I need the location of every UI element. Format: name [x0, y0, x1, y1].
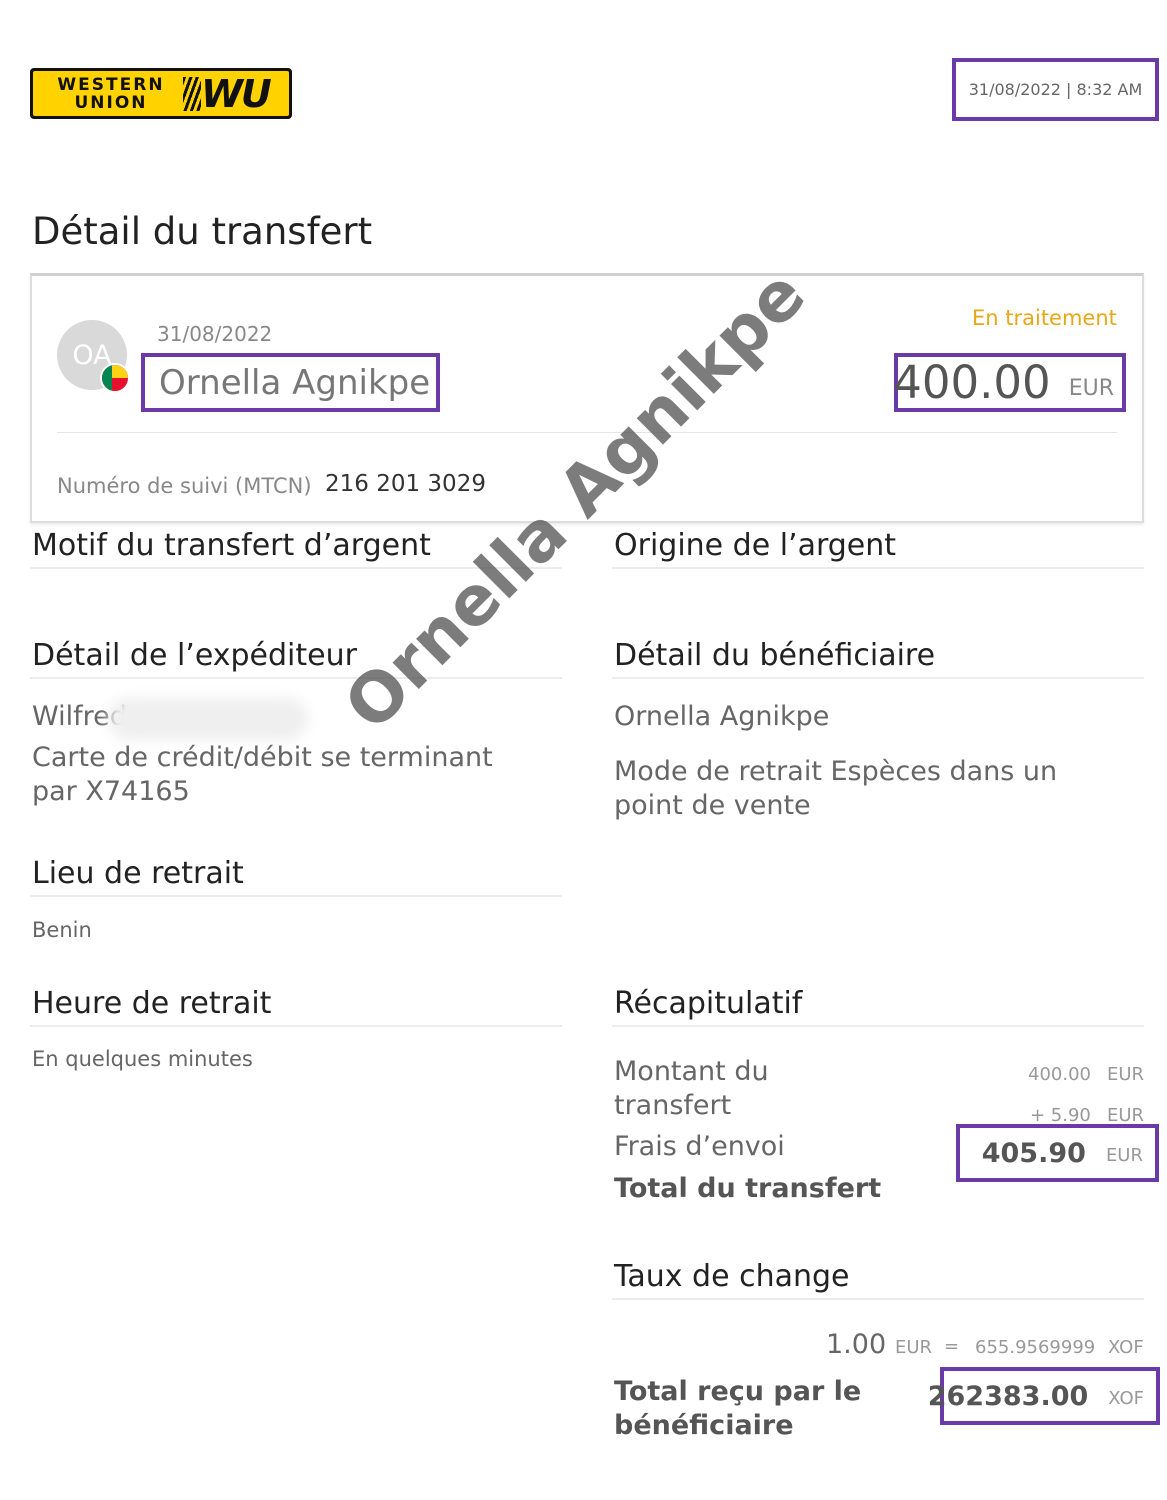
fee-value: + 5.90: [1030, 1105, 1091, 1126]
beneficiary-title: Détail du bénéficiaire: [614, 638, 936, 673]
amount-currency: EUR: [1107, 1064, 1145, 1085]
pickup-place-divider: [30, 895, 562, 897]
exchange-title: Taux de change: [614, 1259, 850, 1294]
summary-title: Récapitulatif: [614, 986, 803, 1021]
exchange-rate-value: 655.9569999: [975, 1337, 1096, 1358]
fee-label: Frais d’envoi: [614, 1131, 785, 1162]
motif-title: Motif du transfert d’argent: [32, 528, 431, 563]
exchange-rate-currency: XOF: [1108, 1337, 1144, 1358]
sender-card: Carte de crédit/débit se terminant par X…: [32, 742, 493, 807]
amount-value: 400.00: [1028, 1064, 1091, 1085]
redaction-blur: [108, 698, 308, 740]
beneficiary-name: Ornella Agnikpe: [614, 701, 830, 732]
total-highlight: 405.90 EUR: [956, 1124, 1159, 1182]
amount-highlight: 400.00 EUR: [893, 353, 1126, 412]
pickup-place: Benin: [32, 918, 92, 942]
western-union-logo: WESTERN UNION WU: [30, 68, 292, 119]
mtcn-label: Numéro de suivi (MTCN): [57, 474, 312, 498]
header-datetime: 31/08/2022 | 8:32 AM: [968, 80, 1143, 99]
logo-stripes: [183, 77, 201, 111]
status-badge: En traitement: [972, 306, 1117, 330]
benin-flag-icon: [100, 363, 130, 393]
fee-currency: EUR: [1107, 1105, 1145, 1126]
received-label: Total reçu par le bénéficiaire: [614, 1376, 862, 1441]
exchange-divider: [612, 1298, 1144, 1300]
logo-mark: WU: [201, 72, 272, 116]
sender-divider: [30, 677, 562, 679]
received-value: 262383.00: [927, 1380, 1089, 1412]
pickup-place-title: Lieu de retrait: [32, 856, 244, 891]
withdraw-mode: Mode de retrait Espèces dans un point de…: [614, 756, 1058, 821]
recipient-name: Ornella Agnikpe: [159, 362, 431, 403]
page-title: Détail du transfert: [32, 210, 373, 253]
total-value: 405.90: [981, 1137, 1086, 1169]
received-highlight: 262383.00 XOF: [928, 1367, 1160, 1425]
total-label: Total du transfert: [614, 1173, 882, 1204]
logo-text: WESTERN UNION: [57, 75, 165, 113]
origine-title: Origine de l’argent: [614, 528, 897, 563]
exchange-base-currency: EUR: [895, 1337, 933, 1358]
pickup-time: En quelques minutes: [32, 1047, 253, 1071]
transfer-currency: EUR: [1068, 376, 1114, 401]
summary-divider: [612, 1025, 1144, 1027]
mtcn-value: 216 201 3029: [325, 471, 486, 497]
received-currency: XOF: [1108, 1387, 1144, 1409]
recipient-name-highlight: Ornella Agnikpe: [141, 353, 440, 412]
transfer-amount: 400.00: [893, 356, 1051, 409]
datetime-highlight: 31/08/2022 | 8:32 AM: [952, 58, 1159, 121]
sender-title: Détail de l’expéditeur: [32, 638, 357, 673]
exchange-equals: =: [944, 1336, 960, 1357]
origine-divider: [612, 567, 1144, 569]
pickup-time-title: Heure de retrait: [32, 986, 272, 1021]
exchange-base-value: 1.00: [826, 1329, 887, 1360]
pickup-time-divider: [30, 1025, 562, 1027]
card-date: 31/08/2022: [157, 322, 273, 346]
amount-label: Montant du transfert: [614, 1056, 769, 1121]
beneficiary-divider: [612, 677, 1144, 679]
total-currency: EUR: [1105, 1144, 1143, 1166]
